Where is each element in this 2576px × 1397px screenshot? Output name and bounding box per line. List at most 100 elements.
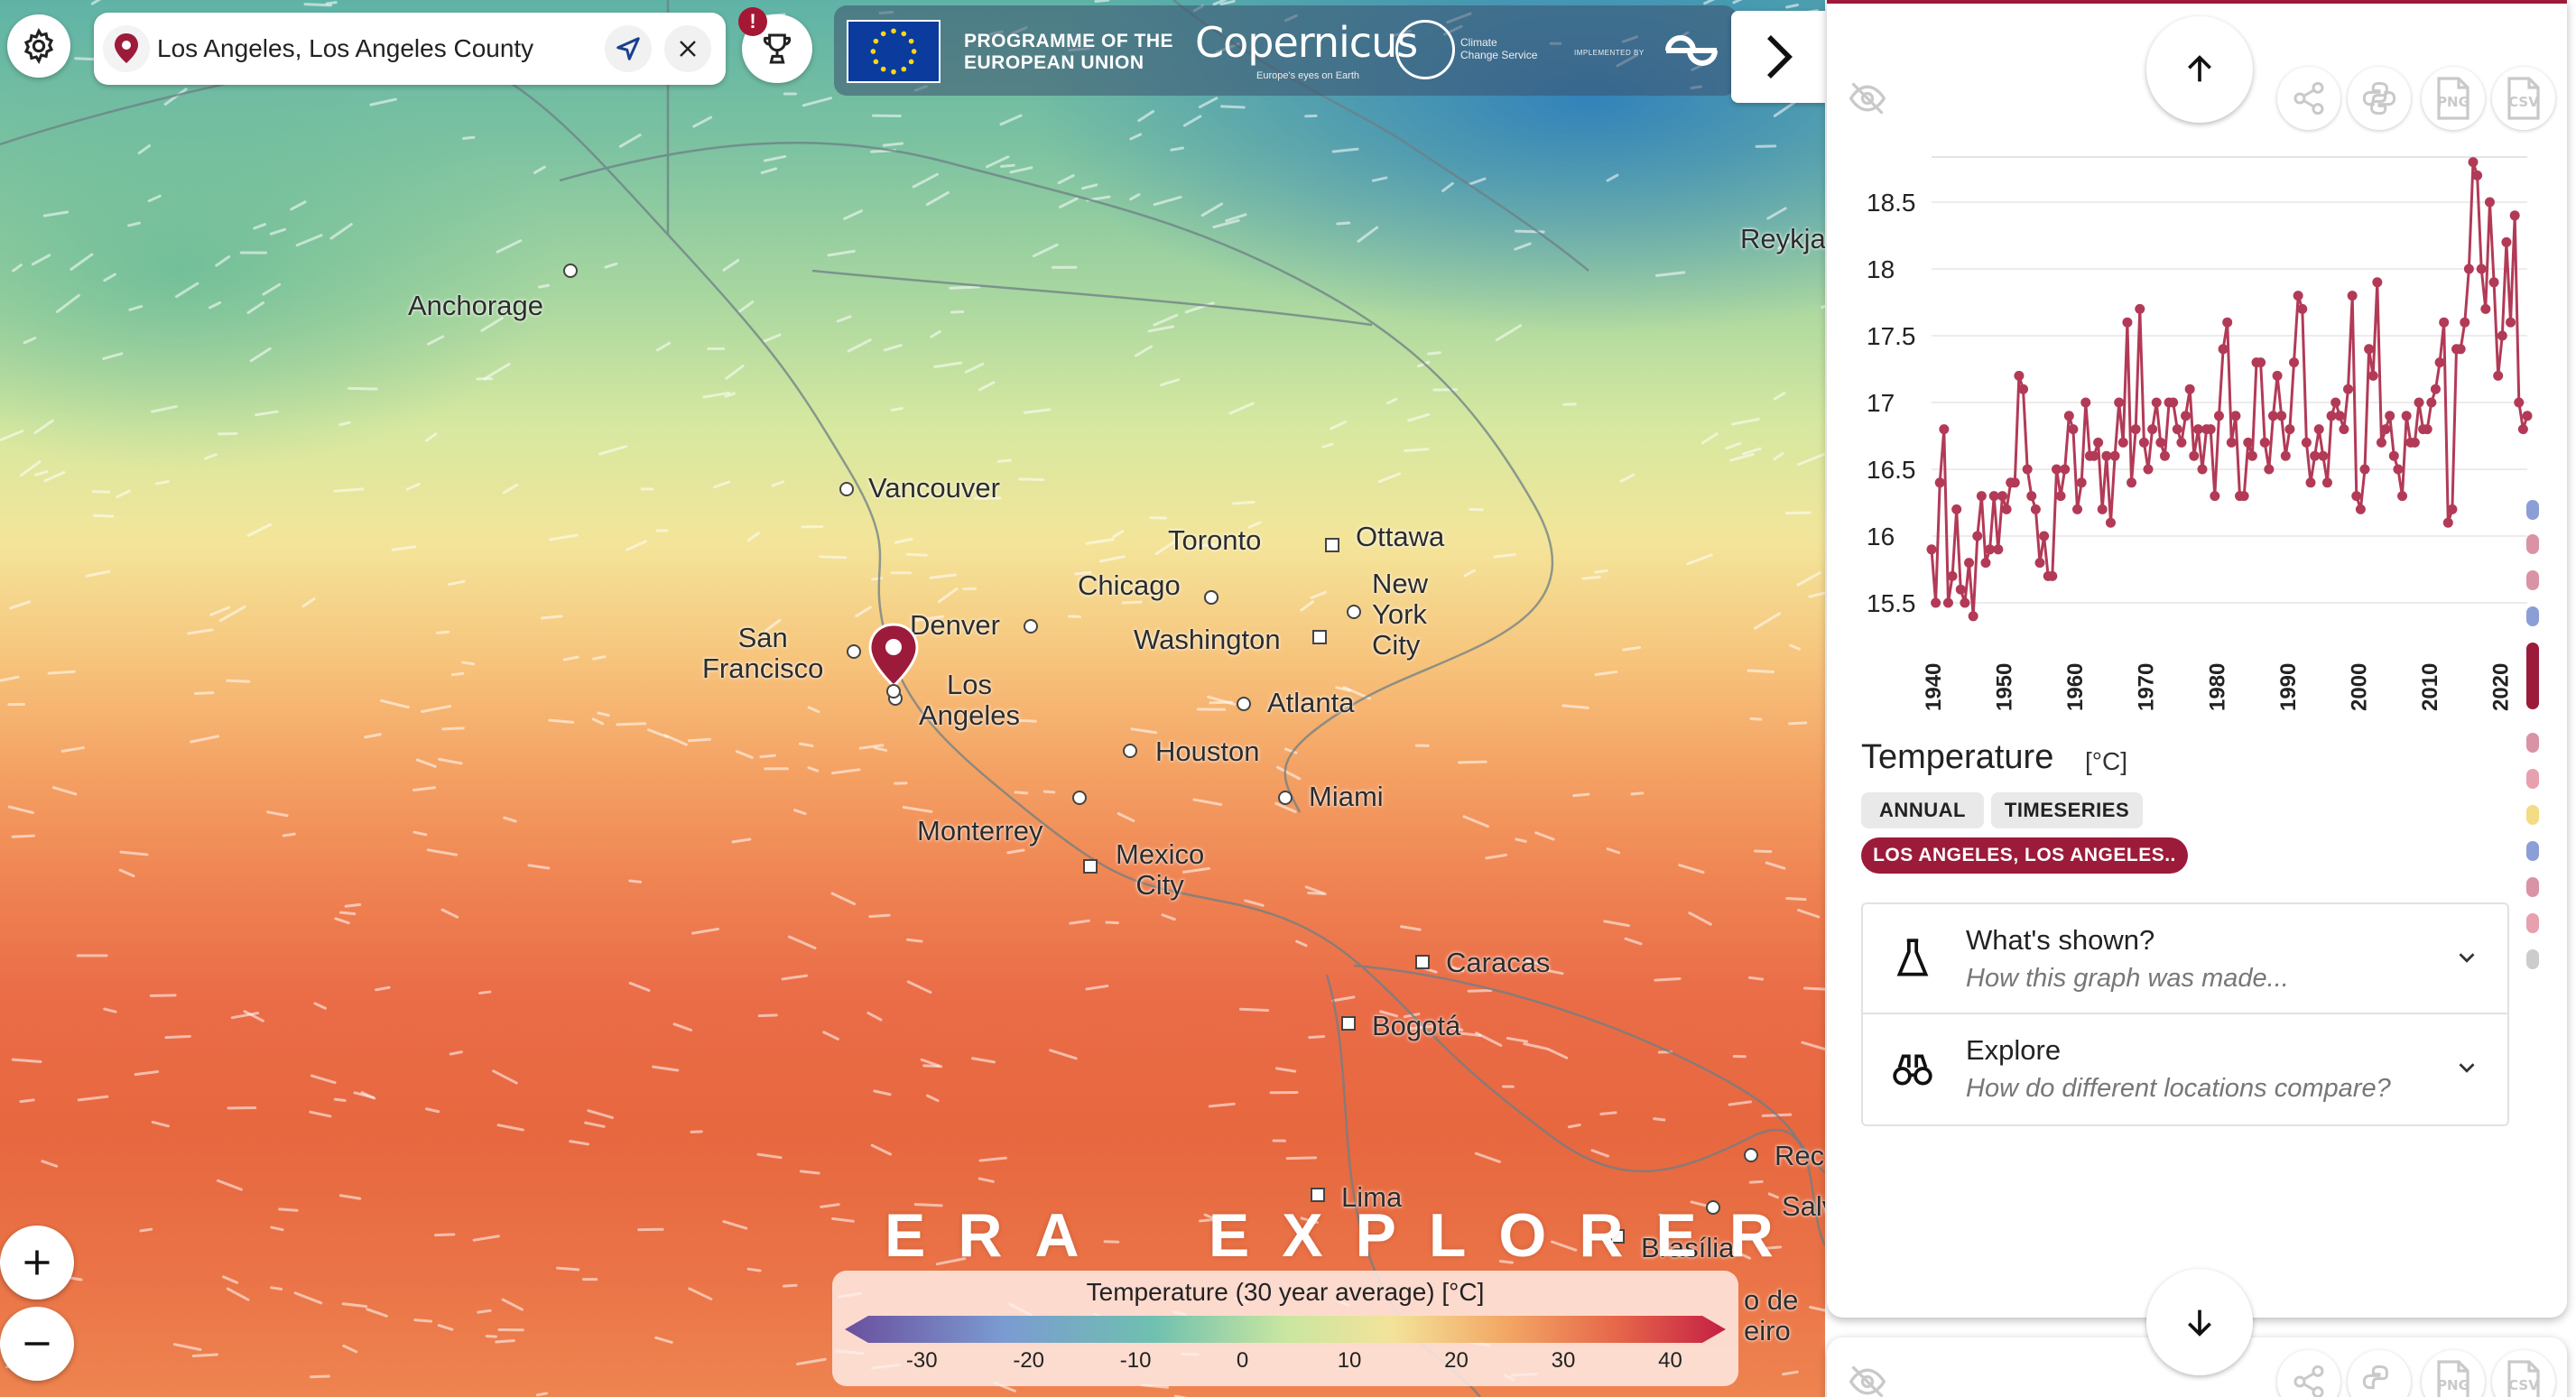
data-point[interactable] [2355, 504, 2366, 514]
data-point[interactable] [2068, 424, 2079, 435]
city-label[interactable]: Washington [1134, 624, 1281, 655]
data-point[interactable] [2484, 197, 2495, 208]
city-marker[interactable] [1072, 791, 1087, 805]
download-png-button[interactable]: PNG [2422, 67, 2485, 130]
data-point[interactable] [2072, 504, 2083, 514]
data-point[interactable] [2364, 344, 2375, 355]
panel-toggle-button[interactable] [1731, 11, 1825, 103]
data-point[interactable] [2026, 491, 2037, 502]
city-label[interactable]: Caracas [1446, 948, 1550, 978]
data-point[interactable] [2280, 450, 2291, 461]
data-point[interactable] [2318, 450, 2329, 461]
data-point[interactable] [2372, 277, 2383, 288]
city-label[interactable]: Toronto [1168, 525, 1261, 556]
capital-marker[interactable] [1083, 859, 1098, 874]
data-point[interactable] [2089, 450, 2099, 461]
data-point[interactable] [2210, 491, 2220, 502]
data-point[interactable] [1955, 584, 1966, 595]
city-label[interactable]: o de eiro [1744, 1285, 1798, 1346]
data-point[interactable] [2401, 411, 2412, 421]
city-label[interactable]: Atlanta [1267, 688, 1355, 718]
data-point[interactable] [2022, 464, 2033, 475]
data-point[interactable] [2463, 264, 2474, 274]
city-marker[interactable] [1204, 590, 1219, 605]
chart-nav-dot[interactable] [2526, 949, 2539, 969]
data-point[interactable] [2409, 437, 2420, 448]
data-point[interactable] [2097, 504, 2108, 514]
data-point[interactable] [1931, 597, 1941, 608]
geolocate-button[interactable] [605, 25, 652, 72]
data-point[interactable] [2197, 464, 2208, 475]
city-label[interactable]: Rec [1774, 1141, 1824, 1171]
data-point[interactable] [1972, 531, 1983, 541]
data-point[interactable] [2014, 370, 2025, 381]
share-button[interactable] [2277, 67, 2340, 130]
data-point[interactable] [1951, 504, 1962, 514]
data-point[interactable] [2385, 411, 2395, 421]
data-point[interactable] [2184, 384, 2195, 394]
city-marker[interactable] [1123, 744, 1137, 758]
data-point[interactable] [2114, 397, 2125, 408]
data-point[interactable] [2472, 170, 2483, 180]
data-point[interactable] [2276, 411, 2287, 421]
data-point[interactable] [2351, 491, 2362, 502]
city-label[interactable]: Reykja [1740, 224, 1825, 254]
timeseries-tag[interactable]: TIMESERIES [1991, 792, 2143, 828]
data-point[interactable] [2368, 370, 2378, 381]
data-point[interactable] [2222, 317, 2233, 328]
data-point[interactable] [1993, 544, 2004, 555]
data-point[interactable] [2076, 477, 2087, 488]
data-point[interactable] [2213, 411, 2224, 421]
chart-nav-dot[interactable] [2526, 877, 2539, 897]
data-point[interactable] [2001, 504, 2012, 514]
city-label[interactable]: Mexico City [1116, 839, 1204, 901]
data-point[interactable] [2388, 450, 2399, 461]
city-marker[interactable] [1237, 697, 1251, 711]
data-point[interactable] [2376, 437, 2386, 448]
data-point[interactable] [1964, 558, 1975, 569]
data-point[interactable] [2488, 277, 2499, 288]
hide-button[interactable] [1836, 67, 1899, 130]
zoom-out-button[interactable] [0, 1307, 74, 1381]
data-point[interactable] [2034, 558, 2045, 569]
capital-marker[interactable] [1312, 630, 1327, 644]
data-point[interactable] [2147, 424, 2158, 435]
data-point[interactable] [2060, 464, 2071, 475]
data-point[interactable] [1947, 570, 1958, 581]
data-point[interactable] [2339, 424, 2349, 435]
chart-nav-dot[interactable] [2526, 805, 2539, 825]
explore-accordion[interactable]: Explore How do different locations compa… [1861, 1014, 2509, 1126]
search-input[interactable] [157, 25, 608, 72]
data-point[interactable] [2093, 437, 2104, 448]
city-marker[interactable] [847, 644, 861, 659]
data-point[interactable] [1926, 544, 1937, 555]
data-point[interactable] [2127, 477, 2137, 488]
data-point[interactable] [2181, 411, 2191, 421]
data-point[interactable] [1997, 491, 2007, 502]
data-point[interactable] [2393, 464, 2404, 475]
data-point[interactable] [2189, 450, 2200, 461]
data-point[interactable] [2105, 517, 2116, 528]
chart-nav-dot[interactable] [2526, 570, 2539, 590]
data-point[interactable] [2130, 424, 2141, 435]
chart-nav-dot[interactable] [2526, 500, 2539, 520]
data-point[interactable] [2334, 411, 2345, 421]
data-point[interactable] [2247, 450, 2257, 461]
data-point[interactable] [2497, 330, 2507, 341]
data-point[interactable] [2135, 303, 2145, 314]
clear-search-button[interactable] [664, 25, 711, 72]
chart-nav-dot[interactable] [2526, 913, 2539, 933]
city-marker[interactable] [1347, 605, 1361, 619]
chart-nav-dot[interactable] [2526, 606, 2539, 626]
data-point[interactable] [2143, 464, 2154, 475]
data-point[interactable] [2218, 344, 2229, 355]
data-point[interactable] [2514, 397, 2525, 408]
city-label[interactable]: Anchorage [408, 291, 543, 321]
location-tag[interactable]: LOS ANGELES, LOS ANGELES.. [1861, 837, 2188, 874]
data-point[interactable] [2151, 397, 2162, 408]
chart-nav-dot[interactable] [2526, 769, 2539, 789]
data-point[interactable] [2447, 504, 2458, 514]
data-point[interactable] [2430, 384, 2441, 394]
city-label[interactable]: Los Angeles [919, 670, 1020, 731]
whats-shown-accordion[interactable]: What's shown? How this graph was made... [1861, 902, 2509, 1014]
